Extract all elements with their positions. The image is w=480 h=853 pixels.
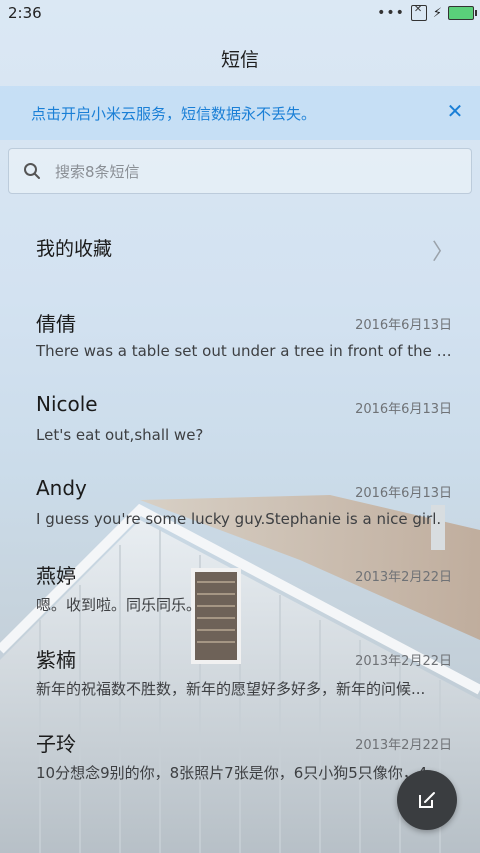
- message-item[interactable]: Nicole 2016年6月13日 Let's eat out,shall we…: [0, 382, 480, 466]
- page-title: 短信: [220, 49, 259, 71]
- status-bar: 2:36 ••• ⚡: [0, 0, 480, 28]
- message-sender: 紫楠: [36, 648, 76, 672]
- message-sender: Andy: [36, 476, 87, 500]
- more-notifications-icon: •••: [377, 5, 405, 21]
- search-box[interactable]: [8, 148, 472, 195]
- message-date: 2013年2月22日: [355, 570, 452, 585]
- charging-icon: ⚡: [432, 5, 442, 21]
- title-bar: 短信: [0, 28, 480, 86]
- message-snippet: 10分想念9别的你，8张照片7张是你，6只小狗5只像你，4...: [36, 764, 442, 782]
- status-icons: ••• ⚡: [377, 4, 477, 21]
- message-item[interactable]: 紫楠 2013年2月22日 新年的祝福数不胜数，新年的愿望好多好多，新年的问候.…: [0, 634, 480, 718]
- compose-icon: [419, 792, 435, 808]
- close-icon[interactable]: ✕: [444, 100, 466, 122]
- no-sim-icon: [410, 4, 427, 21]
- message-item[interactable]: 倩倩 2016年6月13日 There was a table set out …: [0, 298, 480, 382]
- message-snippet: Let's eat out,shall we?: [36, 426, 204, 444]
- message-snippet: There was a table set out under a tree i…: [36, 342, 454, 360]
- message-sender: 倩倩: [36, 312, 76, 336]
- message-sender: 子玲: [36, 732, 76, 756]
- message-snippet: 新年的祝福数不胜数，新年的愿望好多好多，新年的问候...: [36, 680, 426, 698]
- cloud-service-banner[interactable]: 点击开启小米云服务，短信数据永不丢失。 ✕: [0, 86, 480, 140]
- message-sender: 燕婷: [36, 564, 76, 588]
- favorites-label: 我的收藏: [36, 238, 113, 260]
- message-snippet: 嗯。收到啦。同乐同乐。: [36, 596, 202, 614]
- message-item[interactable]: 燕婷 2013年2月22日 嗯。收到啦。同乐同乐。: [0, 550, 480, 634]
- message-date: 2016年6月13日: [355, 486, 452, 501]
- message-date: 2013年2月22日: [355, 654, 452, 669]
- favorites-row[interactable]: 我的收藏 〉: [0, 210, 480, 280]
- banner-text[interactable]: 点击开启小米云服务，短信数据永不丢失。: [31, 103, 316, 124]
- message-item[interactable]: Andy 2016年6月13日 I guess you're some luck…: [0, 466, 480, 550]
- search-input[interactable]: [53, 149, 457, 195]
- compose-button[interactable]: [397, 770, 457, 830]
- chevron-right-icon: 〉: [431, 240, 454, 265]
- message-date: 2016年6月13日: [355, 402, 452, 417]
- message-snippet: I guess you're some lucky guy.Stephanie …: [36, 510, 442, 528]
- message-date: 2016年6月13日: [355, 318, 452, 333]
- message-date: 2013年2月22日: [355, 738, 452, 753]
- search-icon: [24, 163, 40, 179]
- message-sender: Nicole: [36, 392, 98, 416]
- status-time: 2:36: [8, 4, 42, 22]
- battery-icon: [448, 6, 477, 20]
